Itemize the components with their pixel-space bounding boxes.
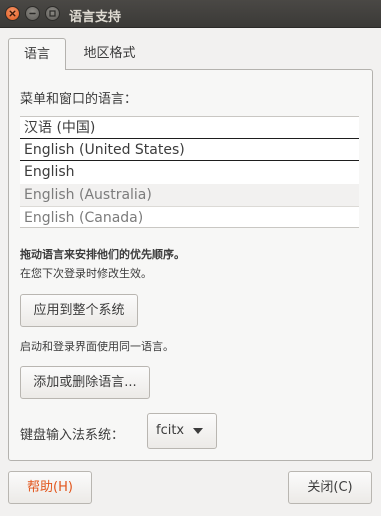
keyboard-input-method-select[interactable]: fcitx: [147, 413, 217, 449]
maximize-icon: [49, 10, 56, 17]
window-minimize-button[interactable]: [25, 6, 40, 21]
list-item[interactable]: English (Canada): [20, 206, 359, 228]
list-item[interactable]: English: [20, 161, 359, 183]
login-screen-hint: 启动和登录界面使用同一语言。: [20, 340, 174, 353]
apply-system-wide-button[interactable]: 应用到整个系统: [20, 294, 138, 327]
list-item[interactable]: English (United States): [20, 139, 359, 161]
drag-hint: 拖动语言来安排他们的优先顺序。: [20, 248, 185, 261]
dropdown-arrow-icon: [193, 428, 203, 434]
list-item[interactable]: 汉语 (中国): [20, 117, 359, 139]
effect-hint: 在您下次登录时修改生效。: [20, 267, 152, 280]
add-remove-languages-button[interactable]: 添加或删除语言...: [20, 366, 150, 399]
tab-language[interactable]: 语言: [8, 38, 66, 70]
help-button[interactable]: 帮助(H): [8, 471, 92, 504]
window-title: 语言支持: [69, 10, 122, 25]
window-close-button[interactable]: [5, 6, 20, 21]
help-button-label: 帮助(H): [27, 480, 73, 495]
close-icon: [9, 10, 16, 17]
keyboard-input-method-label: 键盘输入法系统：: [20, 428, 125, 443]
close-button[interactable]: 关闭(C): [288, 471, 372, 504]
language-list-heading: 菜单和窗口的语言：: [20, 92, 138, 107]
title-bar: 语言支持: [0, 0, 381, 28]
tab-regional-formats[interactable]: 地区格式: [67, 38, 152, 70]
keyboard-input-method-value: fcitx: [156, 423, 185, 438]
list-item[interactable]: English (Australia): [20, 184, 359, 206]
language-list[interactable]: 汉语 (中国) English (United States) English …: [20, 116, 359, 228]
window-maximize-button[interactable]: [45, 6, 60, 21]
minimize-icon: [29, 12, 36, 15]
